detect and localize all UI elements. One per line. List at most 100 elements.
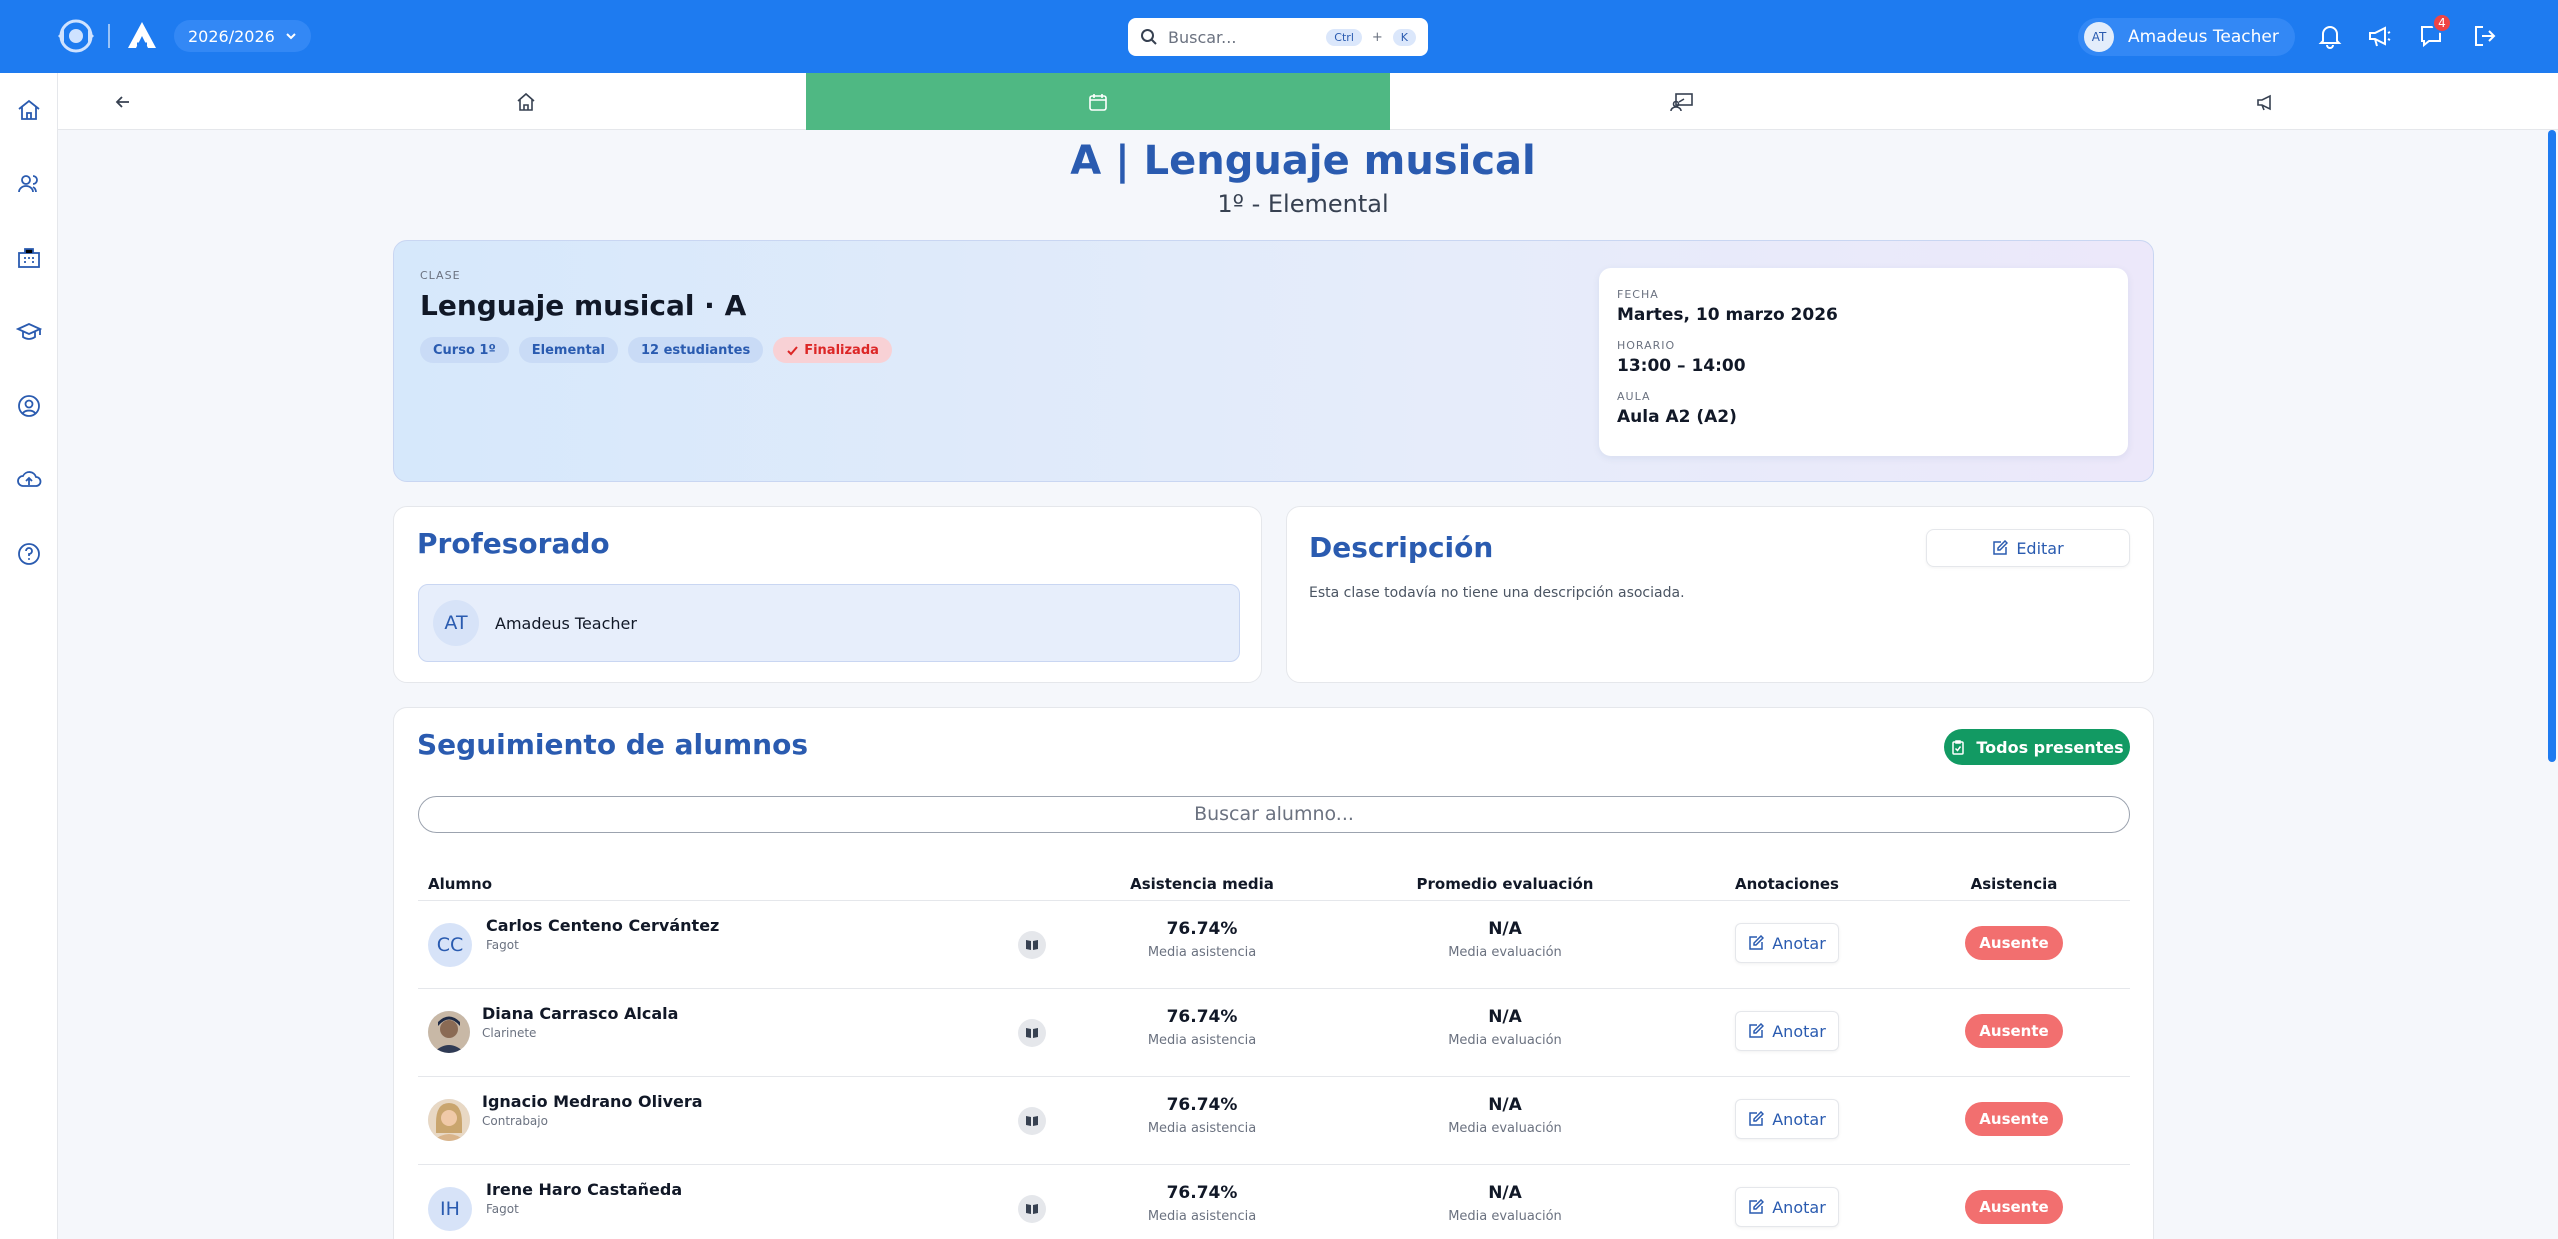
student-instrument: Fagot — [486, 938, 519, 952]
page-scrollbar[interactable] — [2548, 130, 2556, 762]
attendance-metric: 76.74% Media asistencia — [1102, 1095, 1302, 1136]
user-name: Amadeus Teacher — [2128, 27, 2279, 47]
attendance-metric: 76.74% Media asistencia — [1102, 919, 1302, 960]
notebook-icon[interactable] — [1018, 1195, 1046, 1223]
attendance-caption: Media asistencia — [1147, 1121, 1257, 1136]
graduation-cap-icon[interactable] — [16, 319, 42, 345]
all-present-button[interactable]: Todos presentes — [1944, 729, 2130, 765]
chevron-down-icon — [286, 33, 296, 40]
description-title: Descripción — [1309, 531, 1494, 564]
annotate-button[interactable]: Anotar — [1735, 923, 1839, 963]
shortcut-ctrl-key: Ctrl — [1326, 28, 1362, 46]
class-name: Lenguaje musical · A — [420, 289, 747, 322]
tab-bar — [58, 73, 2558, 130]
home-icon — [517, 92, 535, 111]
tab-back[interactable] — [58, 73, 188, 130]
home-icon[interactable] — [16, 97, 42, 123]
description-panel: Descripción Editar Esta clase todavía no… — [1286, 506, 2154, 683]
attendance-value: 76.74% — [1166, 1183, 1238, 1203]
page-title: A | Lenguaje musical — [1070, 138, 1536, 184]
attendance-caption: Media asistencia — [1147, 1209, 1257, 1224]
page-subtitle: 1º - Elemental — [1217, 190, 1389, 218]
student-instrument: Fagot — [486, 1202, 519, 1216]
grade-value: N/A — [1488, 1095, 1522, 1115]
col-grade-avg: Promedio evaluación — [1416, 875, 1594, 893]
grade-caption: Media evaluación — [1448, 1121, 1562, 1136]
attendance-status-button[interactable]: Ausente — [1965, 1102, 2063, 1136]
room-value: Aula A2 (A2) — [1617, 407, 1737, 427]
megaphone-icon — [2257, 94, 2271, 110]
tab-classroom[interactable] — [1390, 73, 1974, 130]
tab-home[interactable] — [188, 73, 864, 130]
grade-metric: N/A Media evaluación — [1405, 1007, 1605, 1048]
annotate-button[interactable]: Anotar — [1735, 1187, 1839, 1227]
attendance-caption: Media asistencia — [1147, 1033, 1257, 1048]
level-chip: Elemental — [518, 337, 618, 363]
school-year-value: 2026/2026 — [188, 26, 275, 46]
cloud-upload-icon[interactable] — [16, 467, 42, 493]
students-count-chip: 12 estudiantes — [628, 337, 764, 363]
student-search-input[interactable]: Buscar alumno... — [418, 796, 2130, 833]
table-row: Ignacio Medrano Olivera Contrabajo 76.74… — [418, 1077, 2130, 1165]
col-attendance: Asistencia — [1970, 875, 2058, 893]
date-value: Martes, 10 marzo 2026 — [1617, 305, 1838, 325]
class-label: CLASE — [420, 269, 461, 282]
grade-metric: N/A Media evaluación — [1405, 1095, 1605, 1136]
col-attendance-avg: Asistencia media — [1130, 875, 1274, 893]
search-icon — [1141, 29, 1157, 45]
table-row: CC Carlos Centeno Cervántez Fagot 76.74%… — [418, 901, 2130, 989]
notebook-icon[interactable] — [1018, 931, 1046, 959]
messages-badge: 4 — [2432, 13, 2452, 33]
app-logo-icon[interactable] — [124, 18, 160, 54]
student-name[interactable]: Diana Carrasco Alcala — [482, 1004, 678, 1023]
class-summary-card: CLASE Lenguaje musical · A Curso 1º Elem… — [393, 240, 2154, 482]
tab-calendar[interactable] — [806, 73, 1390, 130]
annotate-button[interactable]: Anotar — [1735, 1099, 1839, 1139]
crest-logo-icon[interactable] — [54, 16, 98, 56]
notebook-icon[interactable] — [1018, 1019, 1046, 1047]
sidebar — [0, 73, 58, 1239]
help-circle-icon[interactable] — [16, 541, 42, 567]
students-panel: Seguimiento de alumnos Todos presentes B… — [393, 707, 2154, 1239]
school-year-select[interactable]: 2026/2026 — [174, 20, 311, 52]
notebook-icon[interactable] — [1018, 1107, 1046, 1135]
global-search[interactable]: Buscar... Ctrl + K — [1128, 18, 1428, 56]
search-placeholder: Buscar... — [1168, 27, 1237, 47]
user-circle-icon[interactable] — [16, 393, 42, 419]
table-row: IH Irene Haro Castañeda Fagot 76.74% Med… — [418, 1165, 2130, 1239]
annotate-label: Anotar — [1772, 933, 1826, 953]
edit-icon — [1749, 1023, 1765, 1038]
edit-description-button[interactable]: Editar — [1926, 529, 2130, 567]
student-instrument: Clarinete — [482, 1026, 537, 1040]
megaphone-icon[interactable] — [2366, 22, 2394, 50]
students-table: Alumno Asistencia media Promedio evaluac… — [418, 871, 2130, 1239]
attendance-value: 76.74% — [1166, 919, 1238, 939]
annotate-button[interactable]: Anotar — [1735, 1011, 1839, 1051]
table-row: Diana Carrasco Alcala Clarinete 76.74% M… — [418, 989, 2130, 1077]
status-label: Finalizada — [804, 342, 879, 358]
users-icon[interactable] — [16, 171, 42, 197]
attendance-status-button[interactable]: Ausente — [1965, 926, 2063, 960]
attendance-status-button[interactable]: Ausente — [1965, 1014, 2063, 1048]
student-instrument: Contrabajo — [482, 1114, 548, 1128]
student-name[interactable]: Carlos Centeno Cervántez — [486, 916, 719, 935]
teacher-item[interactable]: AT Amadeus Teacher — [418, 584, 1240, 662]
attendance-status-button[interactable]: Ausente — [1965, 1190, 2063, 1224]
time-value: 13:00 – 14:00 — [1617, 356, 1746, 376]
room-label: AULA — [1617, 390, 1651, 403]
class-chips: Curso 1º Elemental 12 estudiantes Finali… — [420, 337, 892, 363]
grade-caption: Media evaluación — [1448, 1209, 1562, 1224]
logout-icon[interactable] — [2471, 22, 2499, 50]
description-text: Esta clase todavía no tiene una descripc… — [1309, 585, 1685, 601]
student-photo — [428, 1099, 470, 1141]
tab-announcements[interactable] — [1974, 73, 2558, 130]
edit-label: Editar — [2016, 538, 2064, 558]
student-name[interactable]: Irene Haro Castañeda — [486, 1180, 682, 1199]
user-menu[interactable]: AT Amadeus Teacher — [2078, 18, 2295, 56]
student-name[interactable]: Ignacio Medrano Olivera — [482, 1092, 703, 1111]
grade-metric: N/A Media evaluación — [1405, 1183, 1605, 1224]
building-icon[interactable] — [16, 245, 42, 271]
bell-icon[interactable] — [2316, 22, 2344, 50]
col-notes: Anotaciones — [1734, 875, 1839, 893]
student-avatar: IH — [428, 1187, 472, 1231]
